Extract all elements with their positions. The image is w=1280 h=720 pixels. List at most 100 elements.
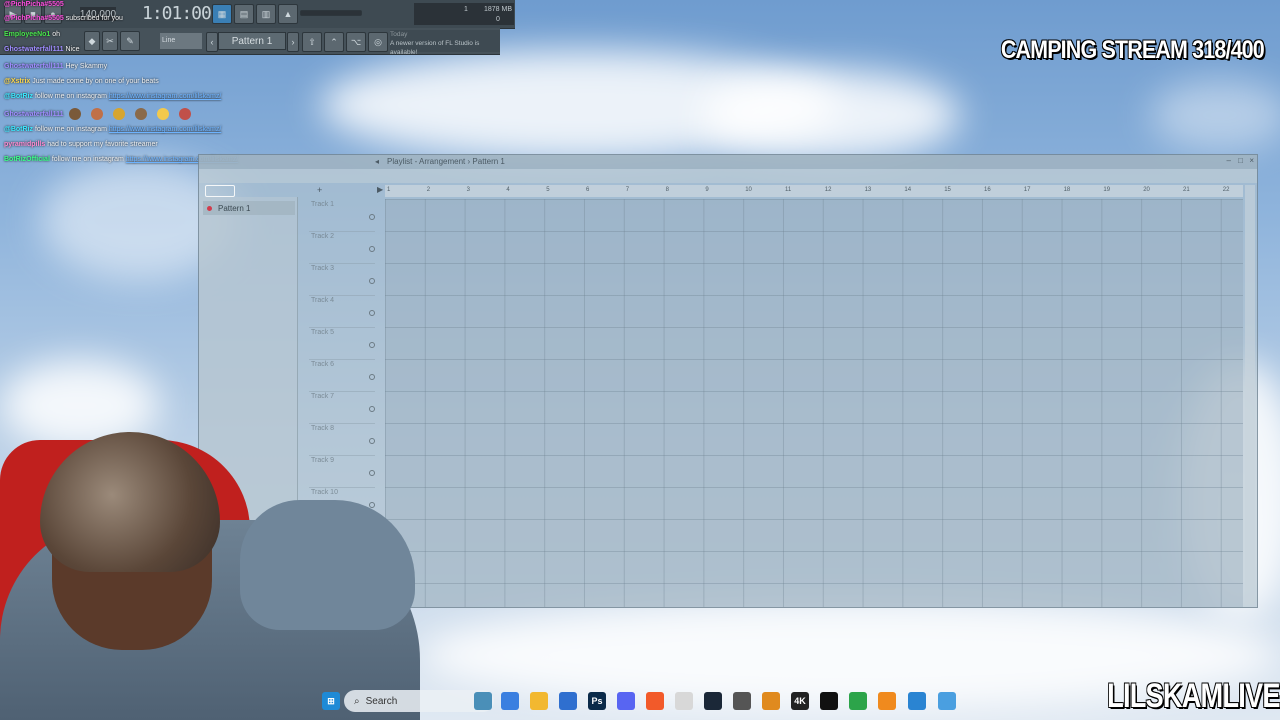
chat-link[interactable]: https://www.instagram.com/lilskamz/ bbox=[109, 93, 221, 100]
track-mute-icon[interactable] bbox=[369, 374, 375, 380]
file-explorer-icon[interactable] bbox=[530, 692, 548, 710]
fl-studio-icon[interactable] bbox=[878, 692, 896, 710]
maximize-icon[interactable]: □ bbox=[1238, 156, 1243, 165]
track-name: Track 10 bbox=[311, 489, 338, 496]
track-header[interactable]: Track 1 bbox=[309, 199, 375, 232]
add-icon[interactable]: + bbox=[317, 185, 322, 195]
windows-taskbar: ⊞ ⌕ Search Ps 4K bbox=[318, 688, 968, 716]
ruler-bar-number: 19 bbox=[1103, 187, 1111, 193]
track-headers: Track 1 Track 2 Track 3 Track 4 Track 5 Track… bbox=[309, 199, 375, 520]
vlc-icon[interactable] bbox=[762, 692, 780, 710]
ctrl-button[interactable]: ⌃ bbox=[324, 32, 344, 52]
playlist-menu-icon[interactable]: ◂ bbox=[375, 157, 379, 166]
news-panel[interactable]: Today A newer version of FL Studio is av… bbox=[390, 30, 500, 56]
master-volume-slider[interactable] bbox=[300, 10, 362, 16]
shift-button[interactable]: ⇧ bbox=[302, 32, 322, 52]
track-mute-icon[interactable] bbox=[369, 278, 375, 284]
track-header[interactable]: Track 4 bbox=[309, 295, 375, 328]
track-header[interactable]: Track 2 bbox=[309, 231, 375, 264]
visual-studio-icon[interactable] bbox=[908, 692, 926, 710]
chat-message: Hey Skammy bbox=[65, 63, 108, 70]
chat-line: @BotRiz follow me on instagram https://w… bbox=[4, 125, 221, 134]
steam-icon[interactable] bbox=[704, 692, 722, 710]
chat-username: pyramidpills bbox=[4, 141, 46, 148]
chat-line: @PichPicha#5505 bbox=[4, 0, 64, 9]
emote-icon bbox=[69, 108, 82, 120]
pattern-prev-button[interactable]: ‹ bbox=[206, 32, 218, 52]
chat-message: follow me on instagram bbox=[34, 93, 109, 100]
minimize-icon[interactable]: – bbox=[1227, 156, 1231, 165]
track-mute-icon[interactable] bbox=[369, 342, 375, 348]
chat-username: BotRizOfficial bbox=[4, 156, 50, 163]
piano-roll-button[interactable]: ▤ bbox=[234, 4, 254, 24]
pattern-picker-icon[interactable] bbox=[205, 185, 235, 197]
capcut-icon[interactable] bbox=[820, 692, 838, 710]
track-mute-icon[interactable] bbox=[369, 406, 375, 412]
chat-username: @PichPicha#5505 bbox=[4, 1, 64, 8]
track-header[interactable]: Track 9 bbox=[309, 455, 375, 488]
chat-username: Ghostwaterfall111 bbox=[4, 63, 64, 70]
emote-icon bbox=[135, 108, 148, 120]
windows-icon[interactable]: ⊞ bbox=[322, 692, 340, 710]
playlist-title: Playlist - Arrangement bbox=[387, 157, 466, 166]
track-mute-icon[interactable] bbox=[369, 470, 375, 476]
ruler-bar-number: 16 bbox=[984, 187, 991, 193]
photoshop-icon[interactable]: Ps bbox=[588, 692, 606, 710]
4k-downloader-icon[interactable]: 4K bbox=[791, 692, 809, 710]
ruler-bar-number: 12 bbox=[824, 187, 832, 193]
track-mute-icon[interactable] bbox=[369, 214, 375, 220]
browser-button[interactable]: ▲ bbox=[278, 4, 298, 24]
chat-line: @PichPicha#5505 subscribed for you bbox=[4, 14, 123, 23]
tool-button[interactable]: ✂ bbox=[102, 31, 118, 51]
chat-username: @BotRiz bbox=[4, 126, 33, 133]
chat-link[interactable]: https://www.instagram.com/lilskamz/ bbox=[109, 126, 221, 133]
alt-button[interactable]: ⌥ bbox=[346, 32, 366, 52]
ruler-bar-number: 20 bbox=[1143, 187, 1150, 193]
snap-select[interactable]: Line bbox=[160, 33, 202, 49]
pattern-item[interactable]: Pattern 1 bbox=[203, 201, 295, 215]
emote-icon bbox=[157, 108, 170, 120]
online-icon[interactable]: ◎ bbox=[368, 32, 388, 52]
play-icon[interactable]: ▶ bbox=[377, 185, 383, 194]
pattern-select[interactable]: Pattern 1 bbox=[218, 32, 286, 50]
vertical-scrollbar[interactable] bbox=[1245, 185, 1255, 605]
timeline-ruler[interactable]: 1 2 3 4 5 6 7 8 9 10 11 12 13 14 15 16 17 18 19 20 21 22 bbox=[385, 185, 1243, 197]
chat-username: @PichPicha#5505 bbox=[4, 15, 64, 22]
track-header[interactable]: Track 8 bbox=[309, 423, 375, 456]
ruler-bar-number: 18 bbox=[1063, 187, 1071, 193]
playlist-view-button[interactable]: ▦ bbox=[212, 4, 232, 24]
notepad-icon[interactable] bbox=[938, 692, 956, 710]
chat-message: Nice bbox=[65, 46, 80, 53]
playlist-title-bar[interactable]: ◂ Playlist - Arrangement › Pattern 1 – □… bbox=[199, 155, 1257, 169]
taskbar-search[interactable]: ⌕ Search bbox=[344, 690, 494, 712]
copilot-icon[interactable] bbox=[501, 692, 519, 710]
track-header[interactable]: Track 7 bbox=[309, 391, 375, 424]
ruler-bar-number: 10 bbox=[745, 187, 752, 193]
app-green-icon[interactable] bbox=[849, 692, 867, 710]
snap-button[interactable]: ◆ bbox=[84, 31, 100, 51]
close-icon[interactable]: × bbox=[1249, 156, 1254, 165]
search-icon: ⌕ bbox=[354, 695, 360, 707]
playlist-toolbar: + ▶ bbox=[199, 169, 1257, 197]
track-mute-icon[interactable] bbox=[369, 438, 375, 444]
track-mute-icon[interactable] bbox=[369, 310, 375, 316]
ruler-bar-number: 9 bbox=[705, 187, 709, 193]
track-header[interactable]: Track 3 bbox=[309, 263, 375, 296]
tool-button[interactable]: ✎ bbox=[120, 31, 140, 51]
chrome-icon[interactable] bbox=[675, 692, 693, 710]
stream-brand: LILSKAMLIVE bbox=[1107, 677, 1280, 715]
ruler-bar-number: 15 bbox=[944, 187, 951, 193]
pattern-next-button[interactable]: › bbox=[287, 32, 299, 52]
track-header[interactable]: Track 6 bbox=[309, 359, 375, 392]
emote-icon bbox=[91, 108, 104, 120]
brave-icon[interactable] bbox=[646, 692, 664, 710]
app-icon[interactable] bbox=[733, 692, 751, 710]
widgets-icon[interactable] bbox=[474, 692, 492, 710]
mixer-button[interactable]: ▥ bbox=[256, 4, 276, 24]
track-name: Track 5 bbox=[311, 329, 335, 336]
track-mute-icon[interactable] bbox=[369, 246, 375, 252]
track-header[interactable]: Track 5 bbox=[309, 327, 375, 360]
discord-icon[interactable] bbox=[617, 692, 635, 710]
microsoft-store-icon[interactable] bbox=[559, 692, 577, 710]
arrangement-grid[interactable] bbox=[385, 199, 1243, 607]
